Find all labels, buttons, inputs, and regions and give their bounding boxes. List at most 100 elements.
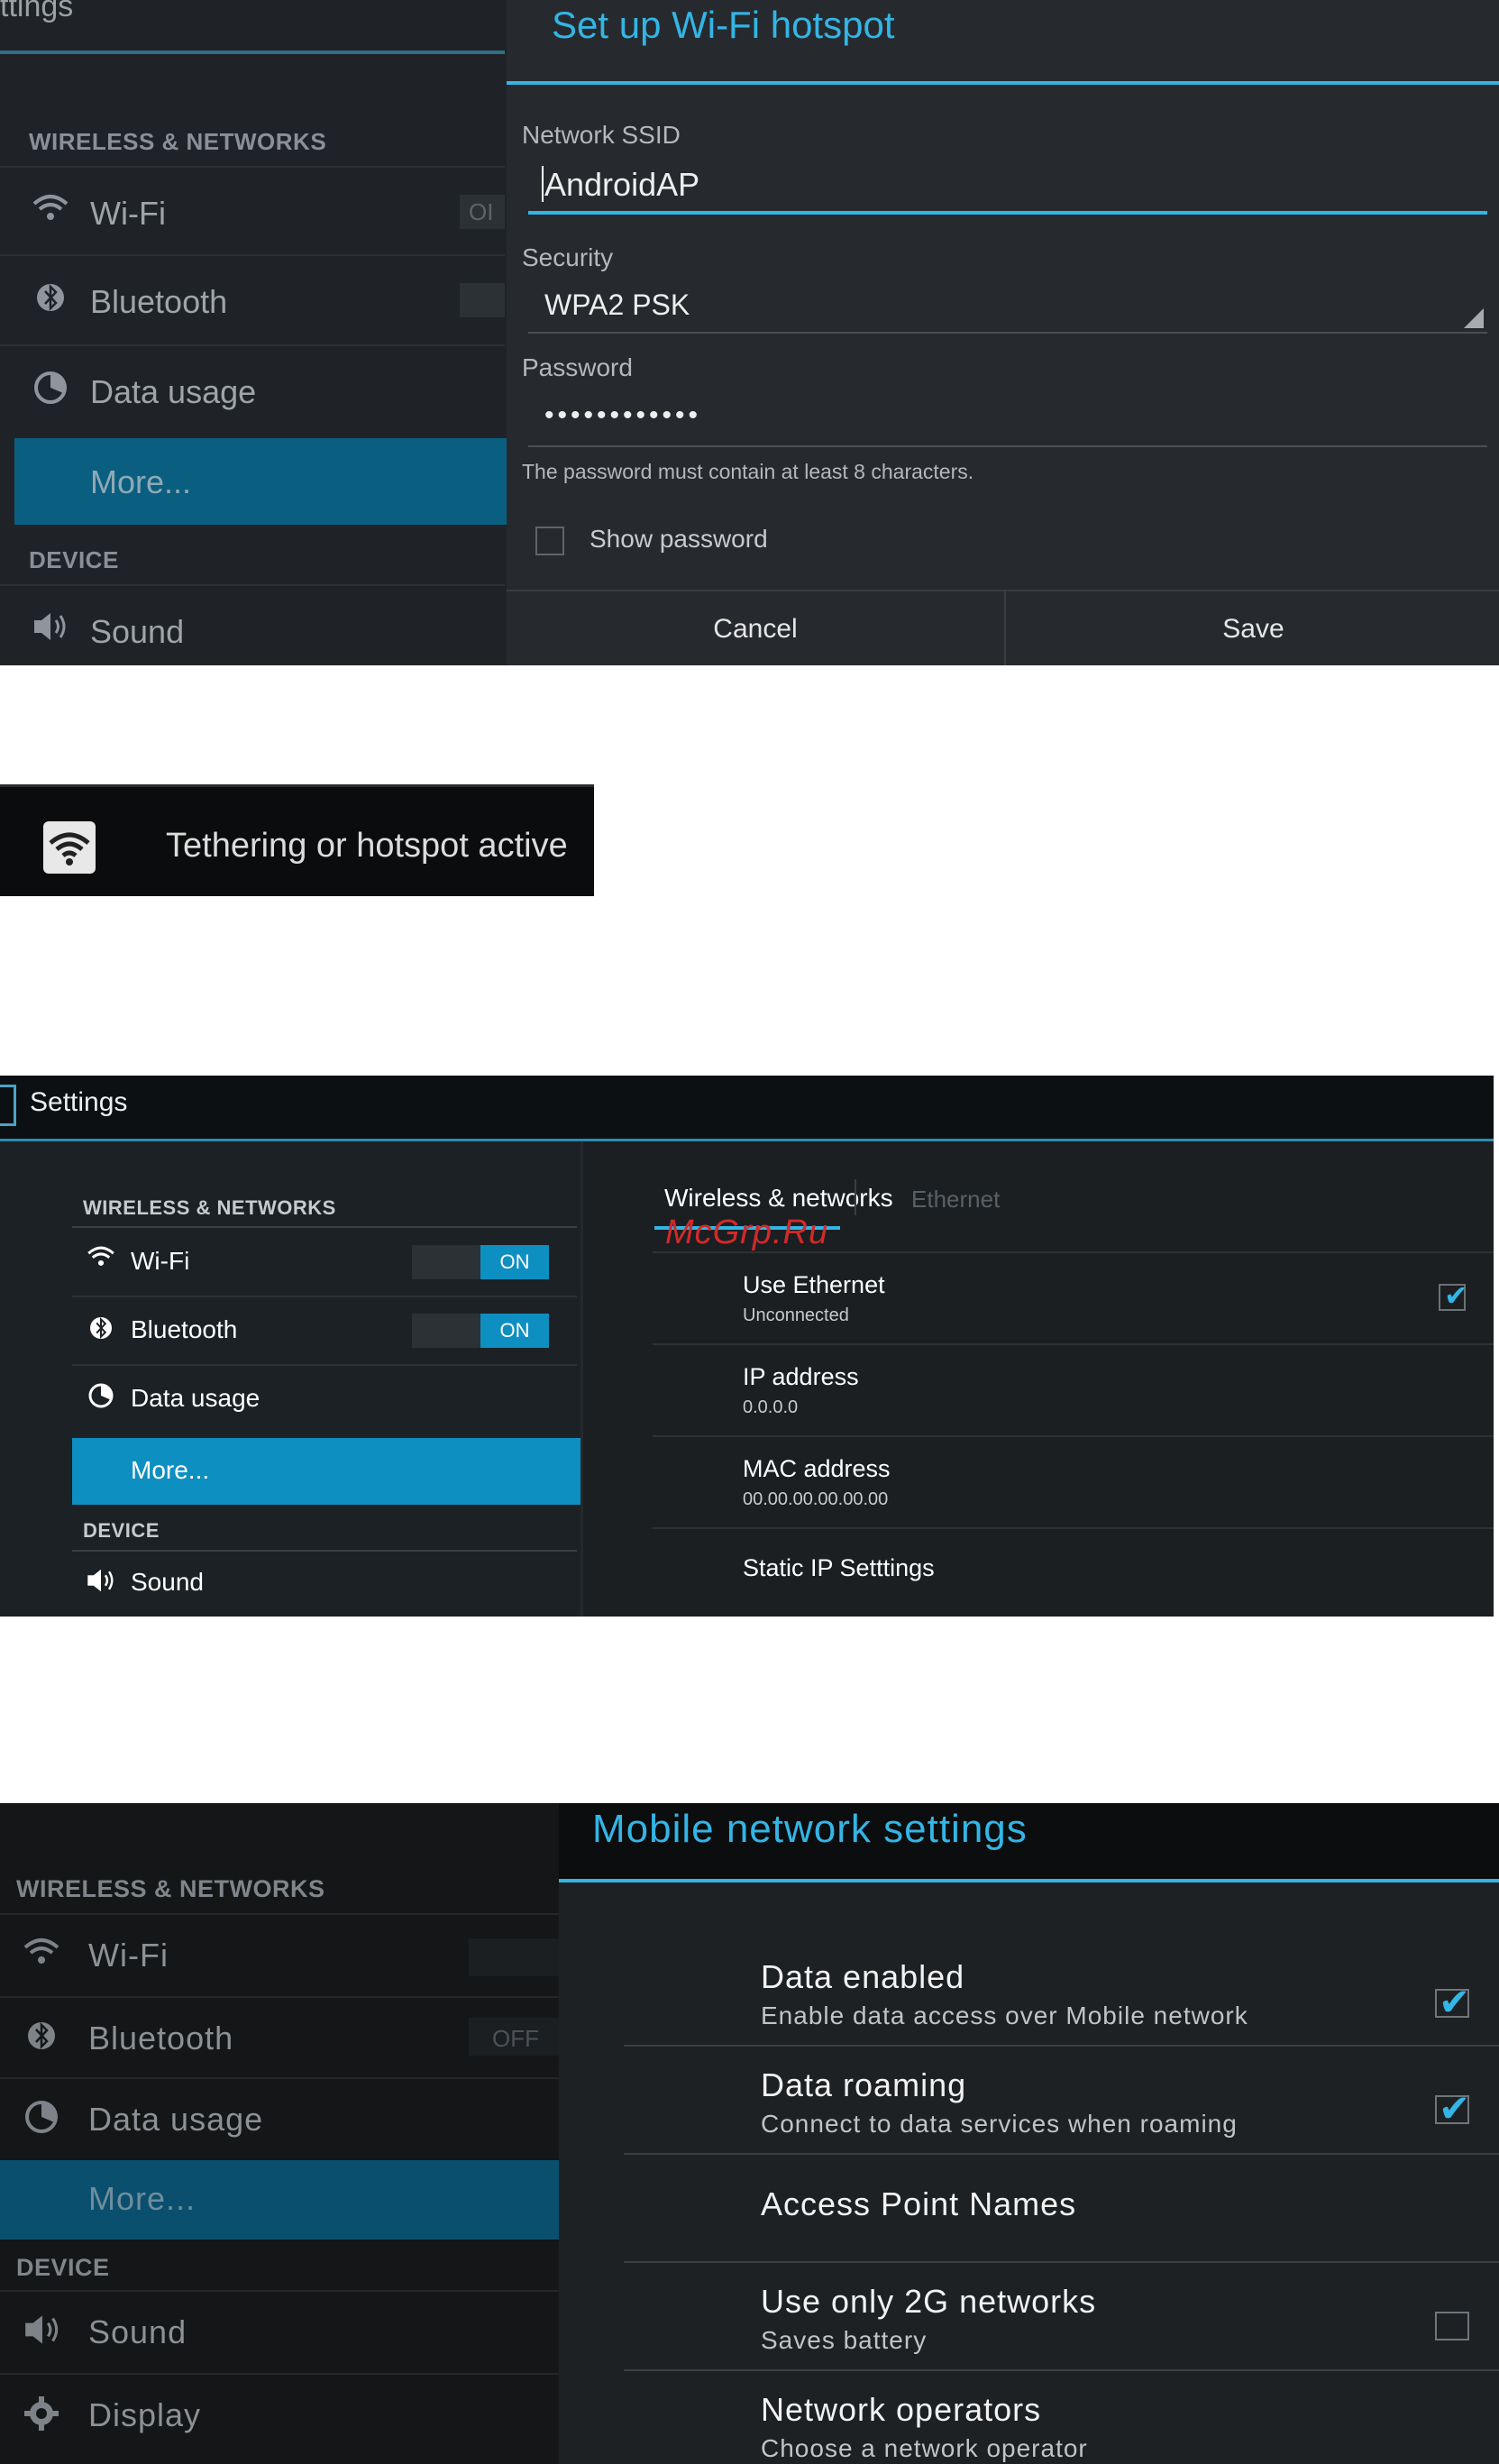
- sidebar-item-label: Wi-Fi: [131, 1247, 190, 1275]
- bluetooth-icon: [31, 279, 70, 324]
- show-password-label: Show password: [590, 525, 768, 553]
- sidebar-item-bluetooth[interactable]: Bluetooth OFF: [0, 1998, 559, 2077]
- row-subtitle: 00.00.00.00.00.00: [743, 1489, 889, 1509]
- data-roaming-checkbox[interactable]: ✔: [1435, 2087, 1470, 2130]
- sidebar-item-more[interactable]: More...: [72, 1438, 580, 1505]
- sidebar-item-label: Bluetooth: [131, 1315, 238, 1343]
- check-icon: ✔: [1444, 1279, 1468, 1312]
- sidebar-item-data-usage[interactable]: Data usage: [0, 346, 505, 433]
- watermark: McGrp.Ru: [665, 1214, 829, 1251]
- mac-address-row[interactable]: MAC address 00.00.00.00.00.00: [653, 1437, 1494, 1527]
- show-password-checkbox[interactable]: [535, 527, 564, 555]
- wifi-icon: [22, 1937, 61, 1975]
- bluetooth-toggle[interactable]: [460, 283, 505, 317]
- sidebar-item-more[interactable]: More...: [14, 438, 507, 525]
- sidebar-item-bluetooth[interactable]: Bluetooth: [0, 256, 505, 343]
- ssid-label: Network SSID: [522, 121, 681, 149]
- use-ethernet-checkbox[interactable]: ✔: [1439, 1279, 1468, 1312]
- dialog-button-bar: Cancel Save: [507, 590, 1499, 665]
- bluetooth-toggle[interactable]: OFF: [469, 2018, 559, 2056]
- network-operators-row[interactable]: Network operators Choose a network opera…: [624, 2387, 1499, 2464]
- row-title: MAC address: [743, 1455, 891, 1482]
- app-title: Settings: [30, 1087, 128, 1117]
- sidebar-item-label: Display: [88, 2396, 202, 2433]
- section-header-wireless: WIRELESS & NETWORKS: [83, 1196, 336, 1219]
- tab-ethernet[interactable]: Ethernet: [911, 1186, 1000, 1214]
- password-field[interactable]: ••••••••••••: [528, 389, 1487, 447]
- sidebar-item-label: Sound: [90, 613, 185, 650]
- divider: [624, 2261, 1499, 2263]
- use-2g-checkbox[interactable]: [1435, 2312, 1469, 2340]
- bluetooth-icon: [81, 1314, 121, 1349]
- row-title: IP address: [743, 1363, 859, 1390]
- static-ip-settings-row[interactable]: Static IP Setttings: [653, 1529, 1494, 1617]
- sidebar-item-bluetooth[interactable]: Bluetooth ON: [72, 1297, 580, 1364]
- tethering-notification[interactable]: Tethering or hotspot active: [0, 784, 594, 896]
- sidebar-item-data-usage[interactable]: Data usage: [0, 2079, 559, 2158]
- tab-wireless-networks[interactable]: Wireless & networks: [664, 1184, 893, 1213]
- row-subtitle: Saves battery: [761, 2326, 928, 2354]
- dialog-title-divider: [507, 81, 1499, 85]
- text-cursor: [542, 166, 544, 202]
- hotspot-icon: [43, 821, 96, 874]
- save-button[interactable]: Save: [1008, 591, 1499, 665]
- sidebar-item-wifi[interactable]: Wi-Fi OI: [0, 168, 505, 254]
- settings-app-icon[interactable]: [0, 1085, 16, 1126]
- sidebar-item-label: More...: [88, 2180, 197, 2217]
- divider: [72, 1226, 577, 1228]
- sidebar-item-data-usage[interactable]: Data usage: [72, 1366, 580, 1433]
- data-roaming-row[interactable]: Data roaming Connect to data services wh…: [624, 2063, 1499, 2153]
- ssid-field[interactable]: AndroidAP: [528, 157, 1487, 215]
- wifi-toggle[interactable]: [469, 1938, 559, 1976]
- access-point-names-row[interactable]: Access Point Names: [624, 2155, 1499, 2259]
- password-label: Password: [522, 353, 633, 381]
- section-header-device: DEVICE: [16, 2254, 110, 2281]
- divider: [0, 50, 505, 54]
- wifi-toggle[interactable]: OI: [460, 195, 505, 229]
- sidebar-item-wifi[interactable]: Wi-Fi: [0, 1915, 559, 1994]
- check-icon: ✔: [1439, 2087, 1471, 2130]
- sidebar-item-sound[interactable]: Sound: [0, 586, 505, 665]
- sidebar-item-display[interactable]: Display: [0, 2375, 559, 2454]
- security-value: WPA2 PSK: [544, 289, 690, 321]
- section-header-device: DEVICE: [83, 1519, 160, 1542]
- data-usage-icon: [22, 2099, 61, 2143]
- data-usage-icon: [31, 370, 70, 414]
- title-divider: [559, 1879, 1499, 1882]
- sidebar-item-label: Data usage: [131, 1384, 260, 1412]
- bluetooth-toggle[interactable]: ON: [412, 1314, 549, 1348]
- row-subtitle: 0.0.0.0: [743, 1397, 799, 1417]
- toggle-on-label: ON: [480, 1245, 549, 1279]
- data-usage-icon: [81, 1382, 121, 1415]
- wifi-icon: [31, 193, 70, 232]
- data-enabled-checkbox[interactable]: ✔: [1435, 1981, 1470, 2023]
- ethernet-settings-screenshot: Settings WIRELESS & NETWORKS Wi-Fi ON Bl…: [0, 1076, 1494, 1617]
- data-enabled-row[interactable]: Data enabled Enable data access over Mob…: [624, 1955, 1499, 2045]
- divider: [624, 2045, 1499, 2047]
- sidebar-item-label: Wi-Fi: [90, 195, 166, 232]
- sidebar-item-sound[interactable]: Sound: [0, 2292, 559, 2371]
- sidebar-item-label: More...: [131, 1456, 210, 1484]
- notification-text: Tethering or hotspot active: [166, 827, 568, 865]
- use-ethernet-row[interactable]: Use Ethernet Unconnected ✔: [653, 1253, 1494, 1343]
- row-subtitle: Connect to data services when roaming: [761, 2110, 1238, 2138]
- ip-address-row[interactable]: IP address 0.0.0.0: [653, 1345, 1494, 1435]
- sidebar-item-more[interactable]: More...: [0, 2160, 559, 2240]
- tab-separator: [855, 1179, 856, 1215]
- speaker-icon: [22, 2312, 61, 2356]
- sidebar-item-label: Sound: [88, 2313, 187, 2350]
- security-select[interactable]: WPA2 PSK: [528, 279, 1487, 334]
- divider: [624, 2369, 1499, 2371]
- wifi-toggle[interactable]: ON: [412, 1245, 549, 1279]
- security-label: Security: [522, 243, 614, 271]
- section-header-wireless: WIRELESS & NETWORKS: [29, 128, 327, 155]
- use-2g-row[interactable]: Use only 2G networks Saves battery: [624, 2279, 1499, 2369]
- row-title: Network operators: [761, 2391, 1042, 2428]
- sidebar-item-wifi[interactable]: Wi-Fi ON: [72, 1229, 580, 1296]
- row-title: Static IP Setttings: [743, 1554, 935, 1581]
- section-header-wireless: WIRELESS & NETWORKS: [16, 1875, 325, 1902]
- cancel-button[interactable]: Cancel: [507, 591, 1006, 665]
- sidebar-item-sound[interactable]: Sound: [72, 1552, 580, 1615]
- row-title: Data roaming: [761, 2066, 967, 2103]
- dialog-title: Set up Wi-Fi hotspot: [552, 4, 895, 46]
